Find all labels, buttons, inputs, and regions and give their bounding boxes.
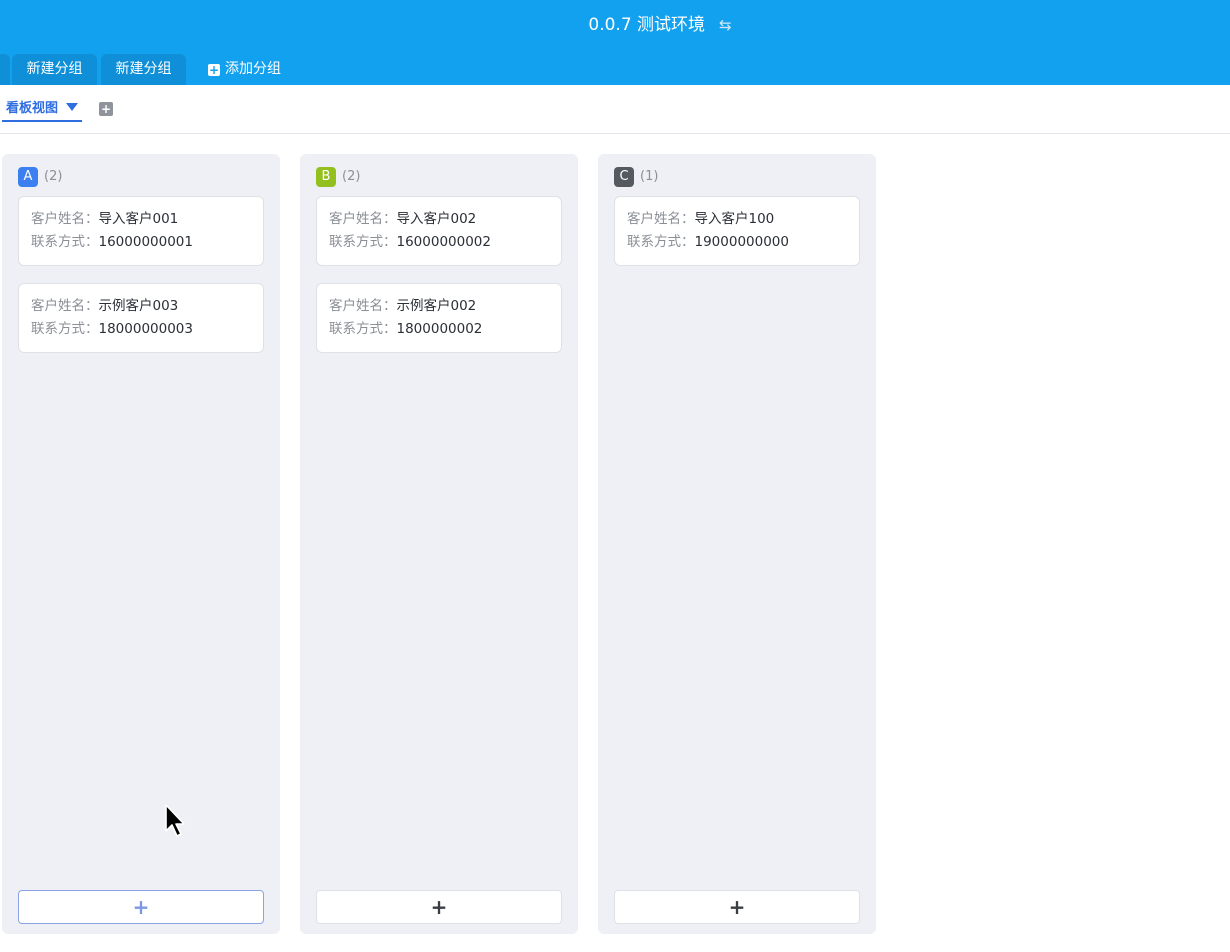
customer-card[interactable]: 客户姓名：导入客户001 联系方式：16000000001 — [18, 196, 264, 266]
kanban-column-c: C (1) 客户姓名：导入客户100 联系方式：19000000000 + — [598, 154, 876, 934]
add-group-button[interactable]: + 添加分组 — [208, 54, 281, 85]
contact-row: 联系方式：18000000003 — [31, 318, 251, 341]
contact-value: 16000000001 — [98, 234, 193, 250]
column-header: C (1) — [614, 166, 659, 187]
add-card-button[interactable]: + — [614, 890, 860, 924]
customer-name-row: 客户姓名：示例客户003 — [31, 295, 251, 318]
column-header: B (2) — [316, 166, 361, 187]
customer-name-label: 客户姓名： — [31, 298, 99, 314]
column-count: (1) — [640, 169, 659, 184]
caret-down-icon[interactable] — [66, 103, 79, 111]
contact-value: 1800000002 — [396, 321, 483, 337]
customer-name-label: 客户姓名： — [329, 298, 397, 314]
contact-value: 16000000002 — [396, 234, 491, 250]
contact-label: 联系方式： — [329, 234, 397, 250]
customer-name-row: 客户姓名：导入客户002 — [329, 208, 549, 231]
contact-label: 联系方式： — [31, 234, 99, 250]
contact-label: 联系方式： — [627, 234, 695, 250]
kanban-column-b: B (2) 客户姓名：导入客户002 联系方式：16000000002 客户姓名：… — [300, 154, 578, 934]
mouse-cursor-icon — [165, 804, 185, 837]
group-tab-1[interactable]: 新建分组 — [12, 54, 97, 85]
customer-name-row: 客户姓名：示例客户002 — [329, 295, 549, 318]
customer-card[interactable]: 客户姓名：导入客户002 联系方式：16000000002 — [316, 196, 562, 266]
column-header: A (2) — [18, 166, 63, 187]
plus-square-icon: + — [208, 63, 220, 77]
contact-row: 联系方式：19000000000 — [627, 231, 847, 254]
customer-name-value: 示例客户003 — [98, 298, 179, 314]
customer-name-value: 示例客户002 — [396, 298, 477, 314]
customer-card[interactable]: 客户姓名：示例客户002 联系方式：1800000002 — [316, 283, 562, 353]
kanban-column-a: A (2) 客户姓名：导入客户001 联系方式：16000000001 客户姓名：… — [2, 154, 280, 934]
customer-name-label: 客户姓名： — [329, 211, 397, 227]
customer-name-row: 客户姓名：导入客户100 — [627, 208, 847, 231]
column-count: (2) — [44, 169, 63, 184]
add-card-button[interactable]: + — [316, 890, 562, 924]
column-badge: C — [614, 166, 634, 187]
add-card-button[interactable]: + — [18, 890, 264, 924]
customer-name-label: 客户姓名： — [627, 211, 695, 227]
view-bar: 看板视图 + — [0, 85, 1230, 134]
column-badge: A — [18, 166, 38, 187]
contact-row: 联系方式：16000000001 — [31, 231, 251, 254]
group-tabs: 新建分组 新建分组 + 添加分组 — [0, 54, 1230, 85]
view-tab-label: 看板视图 — [6, 101, 59, 116]
group-tab-2[interactable]: 新建分组 — [101, 54, 186, 85]
environment-title-text: 0.0.7 测试环境 — [588, 15, 706, 35]
environment-title[interactable]: 0.0.7 测试环境 ⇆ — [0, 12, 1230, 38]
add-group-label: 添加分组 — [225, 61, 281, 77]
contact-row: 联系方式：1800000002 — [329, 318, 549, 341]
customer-card[interactable]: 客户姓名：导入客户100 联系方式：19000000000 — [614, 196, 860, 266]
customer-name-value: 导入客户002 — [396, 211, 477, 227]
add-view-icon[interactable]: + — [99, 102, 113, 116]
column-count: (2) — [342, 169, 361, 184]
column-badge: B — [316, 166, 336, 187]
view-tab-kanban[interactable]: 看板视图 — [2, 99, 83, 122]
customer-name-row: 客户姓名：导入客户001 — [31, 208, 251, 231]
customer-name-value: 导入客户100 — [694, 211, 775, 227]
contact-row: 联系方式：16000000002 — [329, 231, 549, 254]
switch-environment-icon[interactable]: ⇆ — [719, 12, 732, 38]
contact-value: 19000000000 — [694, 234, 789, 250]
group-tab-partial[interactable] — [0, 54, 10, 85]
customer-name-label: 客户姓名： — [31, 211, 99, 227]
contact-label: 联系方式： — [31, 321, 99, 337]
top-bar: 0.0.7 测试环境 ⇆ 新建分组 新建分组 + 添加分组 — [0, 0, 1230, 85]
customer-name-value: 导入客户001 — [98, 211, 179, 227]
contact-label: 联系方式： — [329, 321, 397, 337]
customer-card[interactable]: 客户姓名：示例客户003 联系方式：18000000003 — [18, 283, 264, 353]
contact-value: 18000000003 — [98, 321, 193, 337]
